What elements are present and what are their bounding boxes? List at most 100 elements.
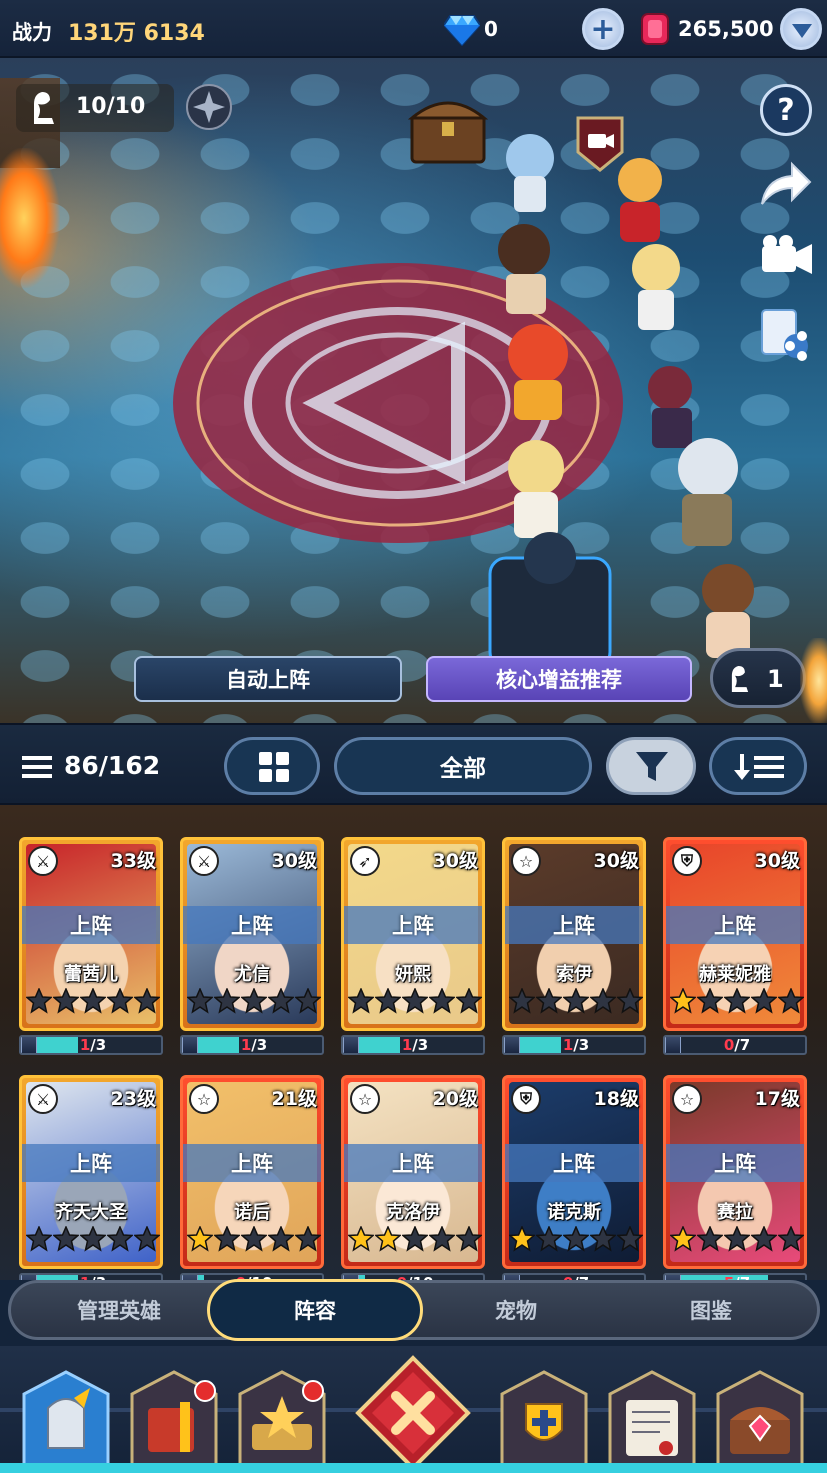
star-empty-icon <box>402 988 428 1014</box>
share-icon[interactable] <box>756 158 814 210</box>
star-filled-icon <box>375 1226 401 1252</box>
hero-card[interactable]: ☆ 21级上阵诺后 <box>180 1075 324 1269</box>
close-button[interactable] <box>354 1354 472 1472</box>
expand-currency-button[interactable] <box>780 8 822 50</box>
hero-card[interactable]: ⚔ 33级 上阵 蕾茜儿 <box>19 837 163 1031</box>
star-empty-icon <box>214 988 240 1014</box>
star-empty-icon <box>429 1226 455 1252</box>
battle-formation-scene: 10/10 ? 自动上阵 核心增益推荐 1 <box>0 58 827 723</box>
star-empty-icon <box>778 988 804 1014</box>
star-empty-icon <box>724 1226 750 1252</box>
star-empty-icon <box>563 1226 589 1252</box>
replay-camera-badge[interactable] <box>574 114 626 172</box>
core-buff-recommend-button[interactable]: 核心增益推荐 <box>426 656 692 702</box>
reserve-button[interactable]: 1 <box>710 648 806 708</box>
hero-name: 诺后 <box>234 1202 270 1223</box>
hero-card[interactable]: ☆ 17级 上阵 赛拉 <box>663 1075 807 1269</box>
notification-dot <box>302 1380 324 1402</box>
combat-power-label: 战力 <box>12 20 52 44</box>
diamond-count: 0 <box>484 17 498 41</box>
grid-view-button[interactable] <box>224 737 320 795</box>
star-filled-icon <box>670 988 696 1014</box>
shard-total: /3 <box>573 1036 590 1054</box>
shard-total: /3 <box>412 1036 429 1054</box>
nav-mail[interactable] <box>604 1368 700 1473</box>
shard-count: 1/3 <box>21 1036 161 1054</box>
shard-progress-bar: 1/3 <box>341 1035 485 1055</box>
hero-card[interactable]: ☆ 30级 上阵 索伊 <box>502 837 646 1031</box>
filter-button[interactable] <box>606 737 696 795</box>
shard-progress-bar: 1/3 <box>19 1035 163 1055</box>
tab-codex[interactable]: 图鉴 <box>611 1283 811 1337</box>
hero-count: 86/162 <box>64 751 161 780</box>
hero-card[interactable]: ⚔ 23级 上阵 齐天大圣 <box>19 1075 163 1269</box>
hero-level: 18级 <box>593 1088 639 1110</box>
nav-quests[interactable] <box>126 1368 222 1473</box>
help-button[interactable]: ? <box>760 84 812 136</box>
star-empty-icon <box>617 1226 643 1252</box>
shard-current: 1 <box>240 1036 252 1054</box>
sword-role-icon: ⚔ <box>28 846 58 876</box>
shield-role-icon: ⛨ <box>672 846 702 876</box>
nav-spellbook[interactable] <box>234 1368 330 1473</box>
hero-card[interactable]: ⚔ 30级 上阵 尤信 <box>180 837 324 1031</box>
hero-card[interactable]: ➶ 30级 上阵 妍熙 <box>341 837 485 1031</box>
star-role-icon: ☆ <box>672 1084 702 1114</box>
nav-shop[interactable] <box>712 1368 808 1473</box>
shard-total: /7 <box>734 1036 751 1054</box>
hero-level: 20级 <box>432 1088 478 1110</box>
shard-current: 1 <box>401 1036 413 1054</box>
star-role-icon: ☆ <box>511 846 541 876</box>
star-rating <box>509 1226 643 1252</box>
formation-compass-button[interactable] <box>186 84 232 130</box>
hero-level: 21级 <box>271 1088 317 1110</box>
deploy-label: 上阵 <box>183 1144 321 1182</box>
ruby-count: 265,500 <box>678 17 774 41</box>
roster-filter-bar: 86/162 全部 <box>0 723 827 805</box>
star-role-icon: ☆ <box>189 1084 219 1114</box>
shard-count: 1/3 <box>504 1036 644 1054</box>
funnel-icon <box>636 752 668 781</box>
copy-formation-icon[interactable] <box>758 306 814 362</box>
nav-heroes[interactable] <box>18 1368 114 1473</box>
shard-progress-bar: 5/7 <box>663 1273 807 1280</box>
tab-pets[interactable]: 宠物 <box>421 1283 611 1337</box>
star-role-icon: ☆ <box>350 1084 380 1114</box>
video-camera-icon[interactable] <box>756 230 816 282</box>
deploy-label: 上阵 <box>22 1144 160 1182</box>
star-rating <box>670 988 804 1014</box>
shard-progress-bar: 1/3 <box>502 1035 646 1055</box>
star-empty-icon <box>778 1226 804 1252</box>
compass-star-icon <box>193 91 225 123</box>
auto-deploy-button[interactable]: 自动上阵 <box>134 656 402 702</box>
hero-level: 30级 <box>593 850 639 872</box>
hero-card[interactable]: ⛨ 18级 上阵 诺克斯 <box>502 1075 646 1269</box>
deploy-label: 上阵 <box>344 1144 482 1182</box>
tab-manage-heroes[interactable]: 管理英雄 <box>31 1283 207 1337</box>
sword-role-icon: ⚔ <box>28 1084 58 1114</box>
hero-card[interactable]: ⛨ 30级 上阵 赫莱妮雅 <box>663 837 807 1031</box>
star-filled-icon <box>187 1226 213 1252</box>
sort-button[interactable] <box>709 737 807 795</box>
treasure-chest-icon <box>716 1370 804 1470</box>
reserve-count: 1 <box>767 665 784 693</box>
deploy-label: 上阵 <box>666 906 804 944</box>
question-icon: ? <box>777 92 795 128</box>
star-empty-icon <box>241 1226 267 1252</box>
shard-count: 1/3 <box>182 1036 322 1054</box>
bottom-edge-strip <box>0 1463 827 1473</box>
tab-formation[interactable]: 阵容 <box>207 1279 423 1341</box>
shard-current: 1 <box>562 1036 574 1054</box>
star-empty-icon <box>429 988 455 1014</box>
diamond-icon <box>444 15 480 46</box>
hero-level: 30级 <box>271 850 317 872</box>
hero-name: 赫莱妮雅 <box>699 964 771 985</box>
star-empty-icon <box>80 988 106 1014</box>
shard-current: 1 <box>79 1036 91 1054</box>
star-empty-icon <box>751 988 777 1014</box>
shard-progress-bar: 1/3 <box>180 1035 324 1055</box>
hero-card[interactable]: ☆ 20级 上阵 克洛伊 <box>341 1075 485 1269</box>
add-currency-button[interactable]: + <box>582 8 624 50</box>
nav-guild[interactable] <box>496 1368 592 1473</box>
filter-all-button[interactable]: 全部 <box>334 737 592 795</box>
